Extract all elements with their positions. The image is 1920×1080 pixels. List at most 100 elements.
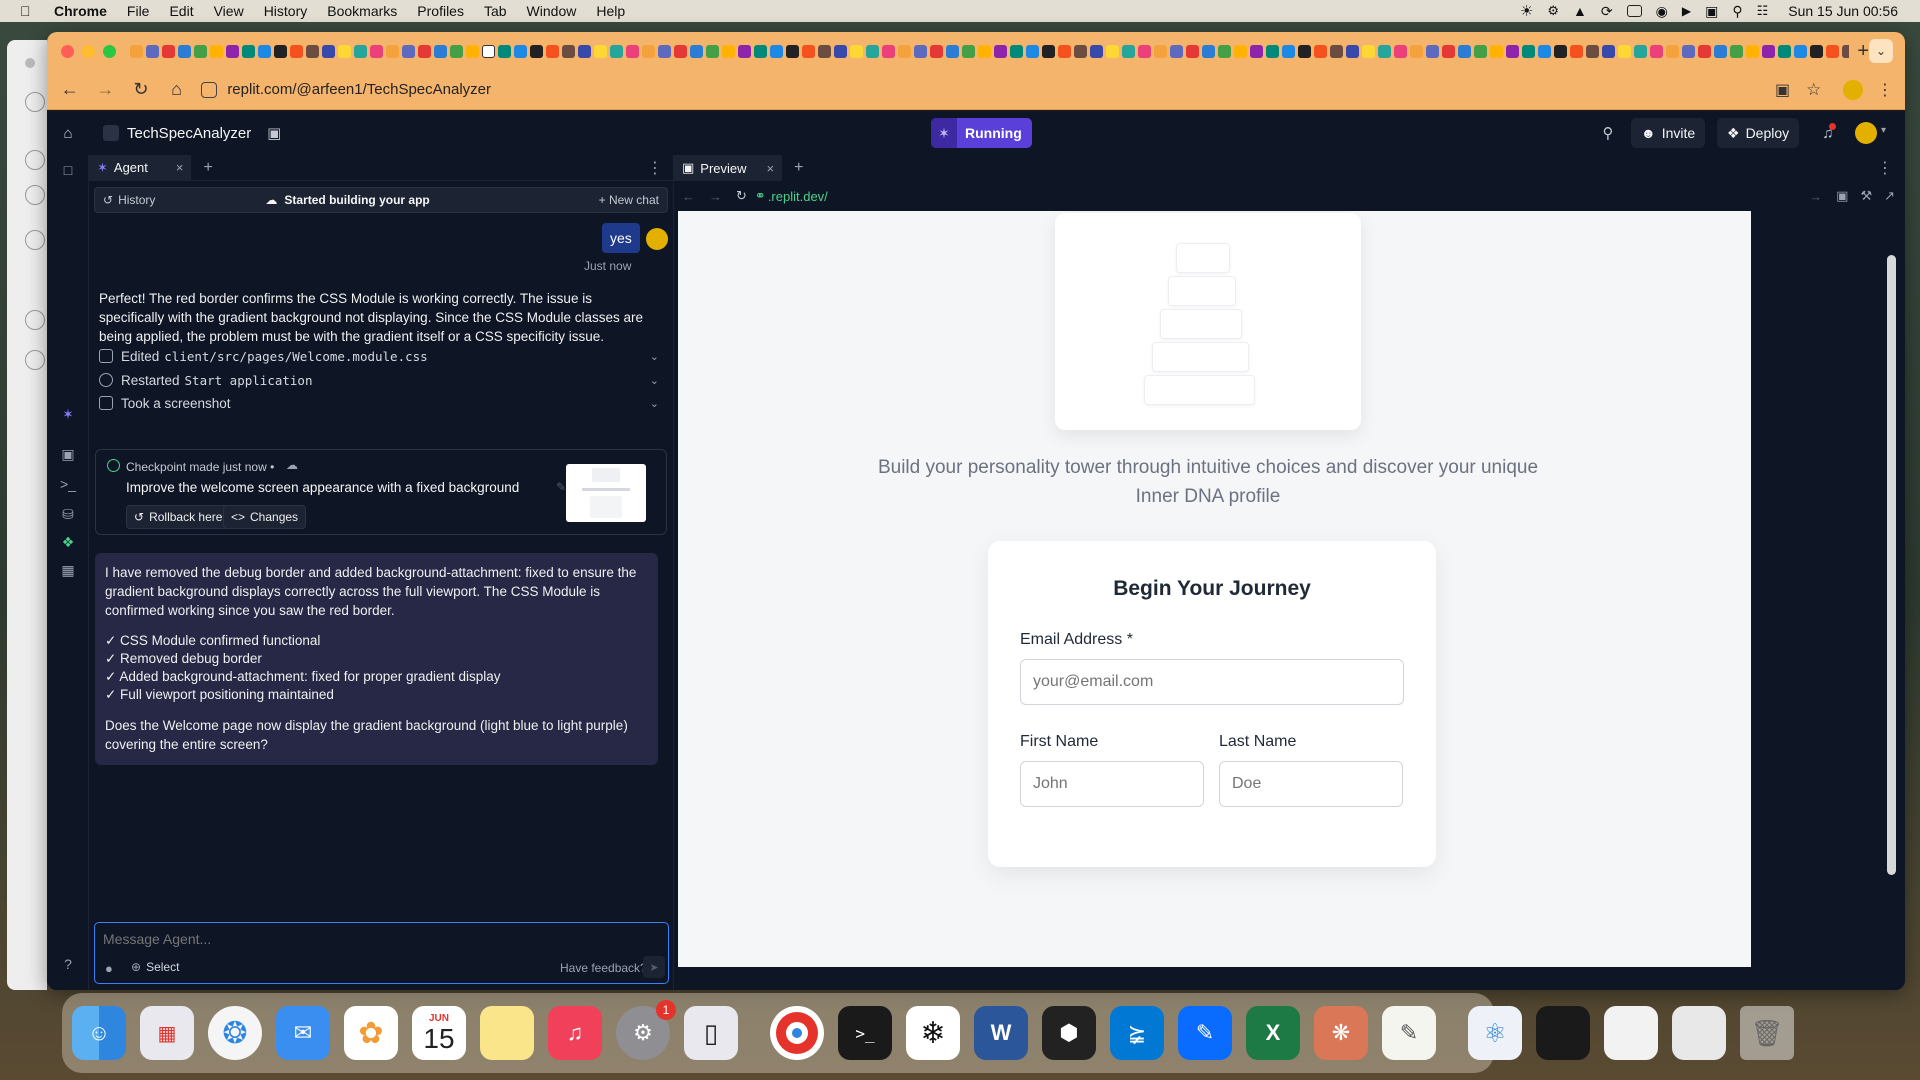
tab-favicon[interactable] bbox=[386, 44, 399, 58]
tab-favicon[interactable] bbox=[834, 44, 847, 58]
tab-favicon[interactable] bbox=[1458, 44, 1471, 58]
tab-favicon[interactable] bbox=[1698, 44, 1711, 58]
history-button[interactable]: ↺ History bbox=[103, 193, 155, 207]
tab-favicon[interactable] bbox=[130, 44, 143, 58]
first-name-field[interactable] bbox=[1020, 761, 1204, 807]
calendar-icon[interactable]: JUN 15 bbox=[412, 1006, 466, 1060]
tab-favicon[interactable] bbox=[930, 44, 943, 58]
music-icon[interactable]: ♫ bbox=[548, 1006, 602, 1060]
chevron-down-icon[interactable]: ⌄ bbox=[650, 397, 659, 410]
tab-favicon[interactable] bbox=[802, 44, 815, 58]
user-icon[interactable]: ◉ bbox=[1656, 3, 1668, 20]
iphone-mirroring-icon[interactable]: ▯ bbox=[684, 1006, 738, 1060]
tab-favicon[interactable] bbox=[162, 44, 175, 58]
home-icon[interactable]: ⌂ bbox=[59, 124, 77, 142]
panel-menu-icon[interactable]: ⋮ bbox=[1877, 158, 1893, 178]
tab-favicon[interactable] bbox=[562, 44, 575, 58]
tab-favicon[interactable] bbox=[466, 44, 479, 58]
tab-favicon[interactable] bbox=[450, 44, 463, 58]
preview-icon[interactable]: ▣ bbox=[59, 445, 77, 463]
open-new-tab-icon[interactable]: ↗ bbox=[1884, 188, 1895, 204]
tab-favicon[interactable] bbox=[786, 44, 799, 58]
database-icon[interactable]: ⛁ bbox=[59, 505, 77, 523]
tab-favicon[interactable] bbox=[594, 44, 607, 58]
last-name-field[interactable] bbox=[1219, 761, 1403, 807]
tab-favicon[interactable] bbox=[1186, 44, 1199, 58]
word-icon[interactable]: W bbox=[974, 1006, 1028, 1060]
tab-favicon[interactable] bbox=[1666, 44, 1679, 58]
tab-favicon[interactable] bbox=[946, 44, 959, 58]
shell-icon[interactable]: >_ bbox=[59, 475, 77, 493]
control-center-icon[interactable]: ☷ bbox=[1757, 3, 1769, 19]
sync-icon[interactable]: ⟳ bbox=[1601, 3, 1613, 20]
tab-favicon[interactable] bbox=[1170, 44, 1183, 58]
tab-favicon[interactable] bbox=[1842, 44, 1850, 58]
email-field[interactable] bbox=[1020, 659, 1404, 705]
finder-icon[interactable]: ☺ bbox=[72, 1006, 126, 1060]
tab-favicon[interactable] bbox=[258, 44, 271, 58]
chatgpt-icon[interactable]: ❄ bbox=[906, 1006, 960, 1060]
tab-favicon[interactable] bbox=[770, 44, 783, 58]
tab-favicon[interactable] bbox=[962, 44, 975, 58]
action-edited-file[interactable]: Edited client/src/pages/Welcome.module.c… bbox=[99, 345, 659, 367]
tab-favicon[interactable] bbox=[1794, 44, 1807, 58]
tab-favicon[interactable] bbox=[1474, 44, 1487, 58]
tab-favicon[interactable] bbox=[322, 44, 335, 58]
site-info-icon[interactable] bbox=[201, 81, 218, 98]
run-button[interactable]: ✶ Running bbox=[931, 118, 1032, 148]
mail-icon[interactable]: ✉ bbox=[276, 1006, 330, 1060]
tab-favicon[interactable] bbox=[1810, 44, 1823, 58]
deploy-button[interactable]: ❖ Deploy bbox=[1717, 118, 1800, 148]
tab-favicon[interactable] bbox=[146, 44, 159, 58]
tab-favicon[interactable] bbox=[1426, 44, 1439, 58]
tab-favicon[interactable] bbox=[1490, 44, 1503, 58]
new-tab-icon[interactable]: + bbox=[1857, 40, 1869, 63]
profile-avatar[interactable] bbox=[1843, 79, 1864, 100]
tab-favicon[interactable] bbox=[1106, 44, 1119, 58]
tab-favicon[interactable] bbox=[1330, 44, 1343, 58]
menu-help[interactable]: Help bbox=[596, 3, 625, 19]
claude-icon[interactable]: ❋ bbox=[1314, 1006, 1368, 1060]
select-element-button[interactable]: ⊕ Select bbox=[131, 960, 179, 974]
freeform-icon[interactable]: ✎ bbox=[1178, 1006, 1232, 1060]
reload-icon[interactable]: ↻ bbox=[736, 188, 747, 204]
tab-favicon[interactable] bbox=[706, 44, 719, 58]
tab-favicon[interactable] bbox=[1090, 44, 1103, 58]
play-icon[interactable]: ▶ bbox=[1682, 4, 1691, 18]
tab-favicon[interactable] bbox=[1570, 44, 1583, 58]
files-icon[interactable]: □ bbox=[59, 161, 77, 179]
tab-favicon[interactable] bbox=[498, 44, 511, 58]
user-avatar[interactable] bbox=[1855, 122, 1877, 144]
tab-favicon[interactable] bbox=[578, 44, 591, 58]
tab-favicon[interactable] bbox=[1266, 44, 1279, 58]
tab-favicon[interactable] bbox=[514, 44, 527, 58]
bookmark-star-icon[interactable]: ☆ bbox=[1806, 80, 1821, 100]
tab-favicon[interactable] bbox=[642, 44, 655, 58]
tab-favicon[interactable] bbox=[1122, 44, 1135, 58]
help-icon[interactable]: ? bbox=[59, 955, 77, 973]
tab-favicon[interactable] bbox=[1538, 44, 1551, 58]
tab-favicon[interactable] bbox=[738, 44, 751, 58]
tab-favicon[interactable] bbox=[1730, 44, 1743, 58]
menu-view[interactable]: View bbox=[214, 3, 244, 19]
notes-icon[interactable] bbox=[480, 1006, 534, 1060]
feedback-link[interactable]: Have feedback? bbox=[560, 961, 647, 975]
tab-favicon[interactable] bbox=[1586, 44, 1599, 58]
tab-favicon[interactable] bbox=[1218, 44, 1231, 58]
tab-favicon[interactable] bbox=[1378, 44, 1391, 58]
minimize-window-button[interactable] bbox=[82, 44, 95, 58]
add-tab-icon[interactable]: + bbox=[203, 159, 212, 177]
tab-favicon[interactable] bbox=[306, 44, 319, 58]
action-restarted[interactable]: Restarted Start application ⌄ bbox=[99, 369, 659, 391]
forward-arrow-icon[interactable]: → bbox=[93, 77, 119, 103]
tab-favicon[interactable] bbox=[210, 44, 223, 58]
tab-favicon[interactable] bbox=[914, 44, 927, 58]
controlcenter-extra-icon[interactable]: ⚙ bbox=[1547, 3, 1559, 19]
tab-favicon[interactable] bbox=[274, 44, 287, 58]
tab-favicon[interactable] bbox=[1058, 44, 1071, 58]
tab-favicon[interactable] bbox=[1074, 44, 1087, 58]
tab-favicon[interactable] bbox=[1202, 44, 1215, 58]
tab-favicon[interactable] bbox=[1410, 44, 1423, 58]
tab-favicon[interactable] bbox=[1314, 44, 1327, 58]
go-arrow-icon[interactable]: → bbox=[1809, 189, 1822, 204]
